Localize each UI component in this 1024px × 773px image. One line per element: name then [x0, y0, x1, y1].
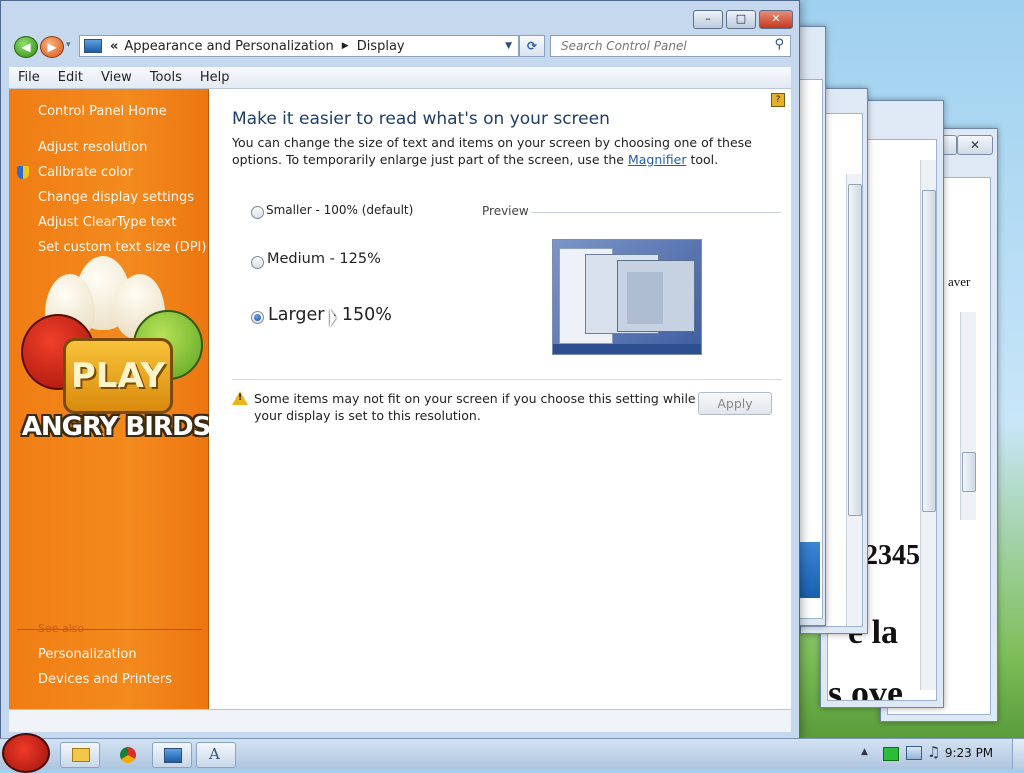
maximize-button[interactable]: □ — [726, 10, 756, 29]
main-content: ? Make it easier to read what's on your … — [209, 89, 791, 709]
back-button[interactable]: ◀ — [14, 36, 38, 58]
angry-birds-promo: PLAY ANGRY BIRDS — [15, 254, 211, 459]
page-description: You can change the size of text and item… — [232, 134, 772, 168]
sidebar-link-display-settings[interactable]: Change display settings — [38, 190, 194, 205]
preview-rule — [531, 212, 781, 213]
search-icon[interactable]: ⚲ — [774, 37, 784, 52]
menu-bar: File Edit View Tools Help — [9, 67, 791, 89]
chrome-icon — [120, 747, 136, 763]
control-panel-icon — [164, 748, 182, 763]
play-button[interactable]: PLAY — [63, 338, 173, 414]
sidebar-link-devices-printers[interactable]: Devices and Printers — [38, 672, 172, 687]
address-dropdown-icon[interactable]: ▼ — [505, 41, 512, 51]
menu-tools[interactable]: Tools — [141, 70, 191, 85]
radio-medium[interactable] — [251, 256, 264, 269]
taskbar-explorer[interactable] — [60, 742, 100, 768]
sidebar-link-calibrate-color[interactable]: Calibrate color — [38, 165, 133, 180]
breadcrumb-separator-icon[interactable]: ▶ — [342, 41, 349, 51]
magnifier-link[interactable]: Magnifier — [628, 152, 686, 167]
control-panel-icon — [84, 39, 102, 53]
font-icon: A — [209, 745, 220, 763]
sidebar: Control Panel Home Adjust resolution Cal… — [9, 89, 211, 709]
sidebar-home-link[interactable]: Control Panel Home — [38, 104, 167, 119]
folder-icon — [72, 748, 90, 762]
minimize-button[interactable]: – — [693, 10, 723, 29]
sidebar-link-personalization[interactable]: Personalization — [38, 647, 137, 662]
breadcrumb-item[interactable]: Appearance and Personalization — [124, 39, 333, 54]
status-bar — [9, 709, 791, 732]
chevron-down-icon[interactable]: ▾ — [66, 40, 71, 50]
show-hidden-icons[interactable]: ▲ — [861, 747, 868, 757]
sidebar-link-adjust-resolution[interactable]: Adjust resolution — [38, 140, 147, 155]
shield-icon — [17, 166, 29, 179]
see-also-heading: See also — [38, 622, 85, 635]
description-text: tool. — [686, 152, 719, 167]
control-panel-window: – □ ✕ ◀ ▶ ▾ « Appearance and Personaliza… — [0, 0, 800, 740]
clock[interactable]: 9:23 PM — [944, 746, 994, 760]
breadcrumb-overflow-icon[interactable]: « — [110, 39, 118, 54]
content-divider — [232, 379, 782, 380]
taskbar-fonts[interactable]: A — [196, 742, 236, 768]
doc-fragment: 2345 — [864, 540, 920, 571]
scrollbar[interactable] — [920, 160, 936, 690]
taskbar-control-panel[interactable] — [152, 742, 192, 768]
menu-view[interactable]: View — [92, 70, 141, 85]
apply-button[interactable]: Apply — [698, 392, 772, 415]
menu-help[interactable]: Help — [191, 70, 239, 85]
close-icon[interactable]: ✕ — [957, 135, 993, 155]
page-title: Make it easier to read what's on your sc… — [232, 109, 610, 129]
action-center-icon[interactable] — [883, 747, 899, 761]
doc-fragment: aver — [948, 274, 971, 289]
volume-icon[interactable]: ♫ — [927, 743, 940, 761]
menu-edit[interactable]: Edit — [49, 70, 92, 85]
radio-larger[interactable] — [251, 311, 264, 324]
forward-button[interactable]: ▶ — [40, 36, 64, 58]
preview-label: Preview — [482, 204, 529, 218]
sidebar-link-cleartype[interactable]: Adjust ClearType text — [38, 215, 176, 230]
mouse-cursor — [330, 309, 336, 327]
taskbar: A ▲ ♫ 9:23 PM — [0, 733, 1024, 773]
warning-icon-mark: ! — [238, 393, 243, 403]
sidebar-link-custom-dpi[interactable]: Set custom text size (DPI) — [38, 240, 206, 255]
option-medium-label[interactable]: Medium - 125% — [267, 251, 381, 267]
warning-text: Some items may not fit on your screen if… — [254, 391, 696, 423]
preview-image — [552, 239, 702, 355]
search-box[interactable]: ⚲ — [550, 35, 791, 57]
start-button[interactable] — [2, 733, 50, 773]
background-window-1 — [796, 26, 826, 626]
scrollbar[interactable] — [846, 174, 862, 626]
brand-logo: ANGRY BIRDS — [21, 412, 212, 442]
help-icon[interactable]: ? — [771, 93, 785, 107]
search-input[interactable] — [559, 36, 763, 56]
show-desktop-button[interactable] — [1012, 739, 1024, 769]
doc-fragment: s ove — [828, 673, 903, 701]
menu-file[interactable]: File — [9, 70, 49, 85]
image-fragment — [798, 542, 820, 598]
refresh-button[interactable]: ⟳ — [519, 35, 545, 57]
network-icon[interactable] — [906, 746, 922, 760]
taskbar-chrome[interactable] — [108, 742, 148, 768]
option-smaller-label[interactable]: Smaller - 100% (default) — [266, 203, 413, 217]
scrollbar[interactable] — [960, 312, 976, 520]
address-bar[interactable]: « Appearance and Personalization ▶ Displ… — [79, 35, 519, 57]
breadcrumb-item[interactable]: Display — [357, 39, 405, 54]
close-button[interactable]: ✕ — [759, 10, 793, 29]
radio-smaller[interactable] — [251, 206, 264, 219]
